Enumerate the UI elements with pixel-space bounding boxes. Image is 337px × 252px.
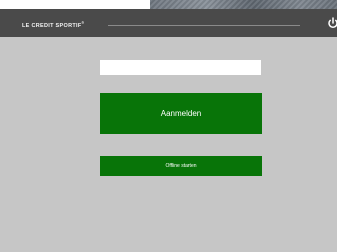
- title-bar: LE CREDIT SPORTIF®: [0, 9, 337, 37]
- brand-logo: LE CREDIT SPORTIF®: [22, 20, 84, 29]
- login-button-label: Aanmelden: [160, 109, 202, 118]
- app-window: LE CREDIT SPORTIF® Aanmelden Offline sta…: [0, 9, 337, 252]
- offline-start-button[interactable]: Offline starten: [100, 156, 262, 176]
- screen: LE CREDIT SPORTIF® Aanmelden Offline sta…: [0, 0, 337, 252]
- brand-mark: ®: [81, 21, 85, 25]
- username-input[interactable]: [100, 60, 261, 75]
- title-divider: [108, 25, 300, 26]
- brand-name: LE CREDIT SPORTIF: [22, 22, 82, 29]
- offline-button-label: Offline starten: [165, 163, 197, 169]
- power-icon[interactable]: [327, 17, 337, 29]
- login-button[interactable]: Aanmelden: [100, 93, 262, 134]
